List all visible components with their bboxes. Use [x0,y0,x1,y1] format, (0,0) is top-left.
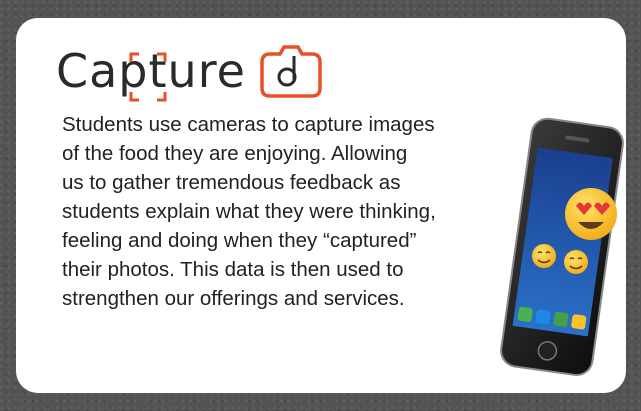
viewfinder-brackets-icon [129,52,167,102]
smiling-emoji [564,250,588,274]
smartphone-emoji-icon [500,117,624,376]
heart-eyes-emoji [565,188,617,240]
smiling-emoji [532,244,556,268]
description-paragraph: Students use cameras to capture images o… [62,113,436,310]
capture-logo: Capture [56,40,324,102]
info-card: Capture Students use cameras to capture … [16,18,626,393]
logo-wordmark: Capture [56,44,246,102]
camera-d-icon [260,45,322,98]
